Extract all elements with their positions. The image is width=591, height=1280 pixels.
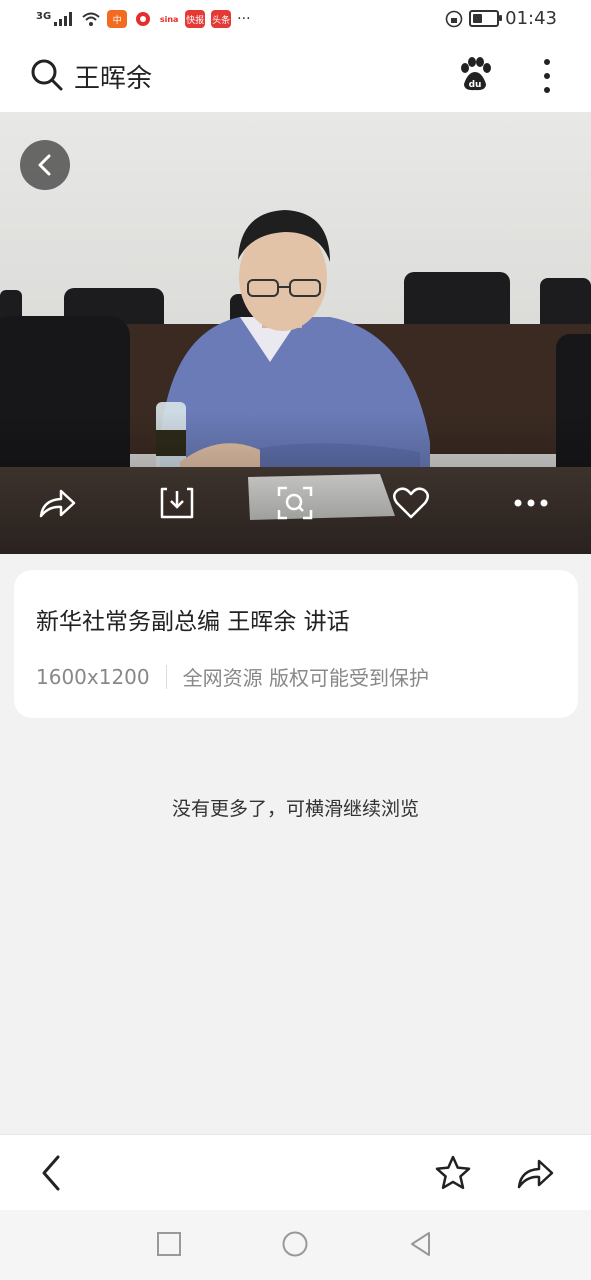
search-query[interactable]: 王晖余 [74, 58, 152, 95]
status-right: 01:43 [445, 8, 557, 29]
more-vertical-icon[interactable] [535, 56, 559, 96]
wifi-icon [82, 12, 100, 26]
chevron-left-icon [38, 154, 51, 176]
home-icon[interactable] [281, 1230, 309, 1258]
clock: 01:43 [505, 8, 557, 29]
image-search-button[interactable] [274, 482, 316, 524]
app-notify-icon: 中 [107, 10, 128, 28]
download-icon [160, 487, 194, 519]
battery-icon [469, 10, 503, 27]
download-button[interactable] [156, 482, 198, 524]
rotation-lock-icon [445, 10, 463, 27]
more-horizontal-icon [514, 499, 548, 507]
status-bar: 3G 中 sina 快报 头条 ··· 01:43 [0, 0, 591, 40]
more-options-button[interactable] [510, 482, 552, 524]
network-type: 3G [36, 10, 52, 22]
baidu-paw-icon[interactable]: du [456, 56, 494, 94]
share-button[interactable] [36, 482, 78, 524]
image-search-icon [277, 486, 313, 520]
end-of-results-note: 没有更多了，可横滑继续浏览 [171, 798, 419, 820]
more-notifications: ··· [237, 11, 251, 27]
svg-text:du: du [469, 80, 482, 90]
meta-divider [165, 664, 167, 689]
viewer-toolbar [0, 472, 591, 532]
image-info-card[interactable]: 新华社常务副总编 王晖余 讲话 1600x1200 全网资源 版权可能受到保护 [14, 570, 578, 718]
copyright-note: 全网资源 版权可能受到保护 [182, 666, 429, 690]
image-meta: 1600x1200 全网资源 版权可能受到保护 [36, 662, 429, 691]
system-navigation-bar [0, 1210, 591, 1280]
heart-icon [393, 487, 429, 519]
viewer-back-button[interactable] [20, 140, 70, 190]
like-button[interactable] [390, 482, 432, 524]
search-icon[interactable] [30, 58, 64, 92]
image-viewer[interactable] [0, 112, 591, 554]
app-notify-icon: 快报 [185, 10, 206, 28]
recent-apps-icon[interactable] [155, 1230, 183, 1258]
back-icon[interactable] [34, 1153, 70, 1193]
share-icon[interactable] [515, 1153, 555, 1193]
screen: 3G 中 sina 快报 头条 ··· 01:43 王晖余 du 新华社常务副总… [0, 0, 591, 1280]
app-notify-icon [133, 10, 154, 28]
status-left: 3G 中 sina 快报 头条 ··· [36, 10, 251, 28]
image-resolution: 1600x1200 [36, 664, 150, 689]
image-title[interactable]: 新华社常务副总编 王晖余 讲话 [36, 602, 350, 636]
app-notify-icon: sina [159, 10, 180, 28]
search-header: 王晖余 du [0, 40, 591, 112]
share-icon [39, 489, 76, 518]
bottom-toolbar [0, 1134, 591, 1211]
battery-level [473, 14, 483, 23]
app-notify-icon: 头条 [211, 10, 232, 28]
star-icon[interactable] [433, 1153, 473, 1193]
signal-icon [54, 12, 73, 26]
system-back-icon[interactable] [407, 1230, 435, 1258]
